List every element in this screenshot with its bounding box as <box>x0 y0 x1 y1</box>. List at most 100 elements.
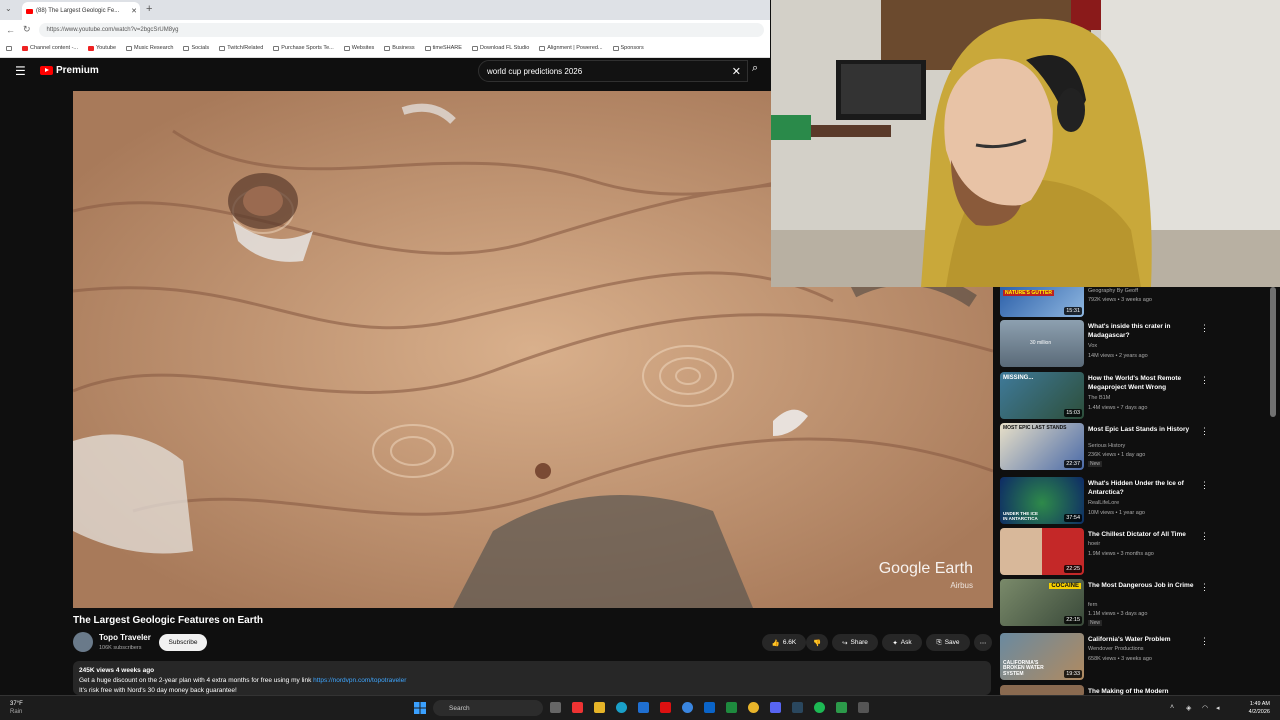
rec-item[interactable]: MOST EPIC LAST STANDS 22:37 Most Epic La… <box>1000 423 1270 473</box>
rec-thumbnail[interactable]: 30 million <box>1000 320 1084 367</box>
bookmark-apps-icon[interactable] <box>6 45 12 51</box>
description-link[interactable]: https://nordvpn.com/topotraveler <box>313 677 406 684</box>
more-options-icon[interactable]: ⋮ <box>1200 426 1209 437</box>
rec-title[interactable]: What's Hidden Under the Ice of Antarctic… <box>1088 479 1198 497</box>
search-icon[interactable]: ⌕ <box>752 62 758 75</box>
channel-avatar[interactable] <box>73 632 93 652</box>
rec-thumbnail[interactable]: NATURE'S GUTTER 15:31 <box>1000 287 1084 317</box>
new-tab-button[interactable]: + <box>146 3 152 15</box>
rec-thumbnail[interactable]: 22:25 <box>1000 528 1084 575</box>
rec-meta: 658K views • 3 weeks ago <box>1088 656 1152 662</box>
bookmark[interactable]: Music Research <box>126 45 173 51</box>
thumbnail-text: MOST EPIC LAST STANDS <box>1003 425 1067 431</box>
youtube-app-icon[interactable] <box>572 702 583 713</box>
bookmark[interactable]: timeSHARE <box>424 45 462 51</box>
description-box[interactable]: 245K views 4 weeks ago Get a huge discou… <box>73 661 991 695</box>
rec-item[interactable]: The Making of the Modern <box>1000 685 1270 695</box>
more-options-icon[interactable]: ⋮ <box>1200 375 1209 386</box>
youtube-logo[interactable]: Premium <box>40 65 99 76</box>
rec-item[interactable]: 22:25 The Chillest Dictator of All Time … <box>1000 528 1270 578</box>
app-icon[interactable] <box>682 702 693 713</box>
rec-title[interactable]: California's Water Problem <box>1088 635 1198 644</box>
rec-thumbnail[interactable]: CALIFORNIA'S BROKEN WATER SYSTEM 19:33 <box>1000 633 1084 680</box>
file-explorer-icon[interactable] <box>594 702 605 713</box>
tab-menu-icon[interactable]: ⌄ <box>5 4 12 13</box>
menu-icon[interactable]: ☰ <box>15 64 26 78</box>
discord-icon[interactable] <box>770 702 781 713</box>
windows-start-icon[interactable] <box>414 702 426 714</box>
volume-icon[interactable]: ◂ <box>1216 704 1220 712</box>
spotify-icon[interactable] <box>814 702 825 713</box>
rec-title[interactable]: What's inside this crater in Madagascar? <box>1088 322 1198 340</box>
more-options-icon[interactable]: ⋮ <box>1200 323 1209 334</box>
address-row: ← ↻ https://www.youtube.com/watch?v=2bgc… <box>0 20 770 39</box>
app-icon[interactable] <box>660 702 671 713</box>
bookmark[interactable]: Business <box>384 45 415 51</box>
app-icon[interactable] <box>836 702 847 713</box>
bookmark[interactable]: Purchase Sports Te... <box>273 45 334 51</box>
rec-item[interactable]: 30 million What's inside this crater in … <box>1000 320 1270 370</box>
edge-icon[interactable] <box>616 702 627 713</box>
ask-button[interactable]: ✦ Ask <box>882 634 922 651</box>
back-icon[interactable]: ← <box>6 25 15 35</box>
bookmark[interactable]: Alignment | Powered... <box>539 45 603 51</box>
rec-title[interactable]: The Most Dangerous Job in Crime <box>1088 581 1198 590</box>
bookmark[interactable]: Youtube <box>88 45 116 51</box>
dislike-button[interactable]: 👎 <box>806 634 828 651</box>
rec-thumbnail[interactable]: MISSING... 15:03 <box>1000 372 1084 419</box>
rec-title[interactable]: The Making of the Modern <box>1088 687 1198 695</box>
more-options-icon[interactable]: ⋮ <box>1200 480 1209 491</box>
bookmark[interactable]: Channel content -... <box>22 45 78 51</box>
wifi-icon[interactable]: ◠ <box>1202 704 1208 712</box>
more-options-icon[interactable]: ⋮ <box>1200 636 1209 647</box>
webcam-overlay <box>771 0 1280 287</box>
description-text: Get a huge discount on the 2-year plan w… <box>79 677 312 684</box>
reload-icon[interactable]: ↻ <box>23 24 31 35</box>
rec-item[interactable]: UNDER THE ICE IN ANTARCTICA 37:54 What's… <box>1000 477 1270 527</box>
rec-thumbnail[interactable] <box>1000 685 1084 695</box>
rec-item[interactable]: NATURE'S GUTTER 15:31 Geography By Geoff… <box>1000 287 1270 317</box>
excel-icon[interactable] <box>726 702 737 713</box>
more-actions-button[interactable]: ⋯ <box>974 634 992 651</box>
app-icon[interactable] <box>858 702 869 713</box>
bookmark[interactable]: Sponsors <box>612 45 644 51</box>
outlook-icon[interactable] <box>704 702 715 713</box>
clear-search-icon[interactable]: ✕ <box>732 65 741 78</box>
address-bar[interactable]: https://www.youtube.com/watch?v=2bgcSrUM… <box>38 22 764 37</box>
rec-title[interactable]: The Chillest Dictator of All Time <box>1088 530 1198 539</box>
bookmark[interactable]: Twitch/Related <box>219 45 263 51</box>
taskbar-search[interactable]: Search <box>433 700 543 716</box>
channel-name[interactable]: Topo Traveler <box>99 633 151 642</box>
steam-icon[interactable] <box>792 702 803 713</box>
rec-title[interactable]: How the World's Most Remote Megaproject … <box>1088 374 1198 392</box>
chrome-icon[interactable] <box>748 702 759 713</box>
close-tab-icon[interactable]: ✕ <box>131 7 137 15</box>
rec-thumbnail[interactable]: COCAINE 22:15 <box>1000 579 1084 626</box>
weather-widget[interactable]: 37°F Rain <box>10 700 23 716</box>
browser-tab[interactable]: (88) The Largest Geologic Fe... ✕ <box>22 2 140 20</box>
video-title: The Largest Geologic Features on Earth <box>73 615 264 626</box>
like-button[interactable]: 👍 6.6K <box>762 634 806 651</box>
clock[interactable]: 1:49 AM 4/2/2026 <box>1249 700 1270 716</box>
rec-item[interactable]: COCAINE 22:15 The Most Dangerous Job in … <box>1000 579 1270 629</box>
rec-thumbnail[interactable]: MOST EPIC LAST STANDS 22:37 <box>1000 423 1084 470</box>
subscribe-button[interactable]: Subscribe <box>159 634 207 651</box>
chevron-up-icon[interactable]: ˄ <box>1170 704 1174 711</box>
rec-item[interactable]: CALIFORNIA'S BROKEN WATER SYSTEM 19:33 C… <box>1000 633 1270 683</box>
scrollbar-thumb[interactable] <box>1270 287 1276 417</box>
more-options-icon[interactable]: ⋮ <box>1200 531 1209 542</box>
bookmark[interactable]: Download FL Studio <box>471 45 529 51</box>
network-icon[interactable]: ◈ <box>1186 704 1191 712</box>
search-input[interactable]: world cup predictions 2026 ✕ <box>478 60 748 82</box>
task-view-icon[interactable] <box>550 702 561 713</box>
store-icon[interactable] <box>638 702 649 713</box>
bookmark[interactable]: Socials <box>183 45 209 51</box>
rec-title[interactable]: Most Epic Last Stands in History <box>1088 425 1198 434</box>
rec-thumbnail[interactable]: UNDER THE ICE IN ANTARCTICA 37:54 <box>1000 477 1084 524</box>
more-options-icon[interactable]: ⋮ <box>1200 582 1209 593</box>
rec-item[interactable]: MISSING... 15:03 How the World's Most Re… <box>1000 372 1270 422</box>
bookmark[interactable]: Websites <box>343 45 374 51</box>
share-button[interactable]: ↪ Share <box>832 634 878 651</box>
save-button[interactable]: ⎘ Save <box>926 634 970 651</box>
browser-window: ⌄ (88) The Largest Geologic Fe... ✕ + ← … <box>0 0 770 58</box>
